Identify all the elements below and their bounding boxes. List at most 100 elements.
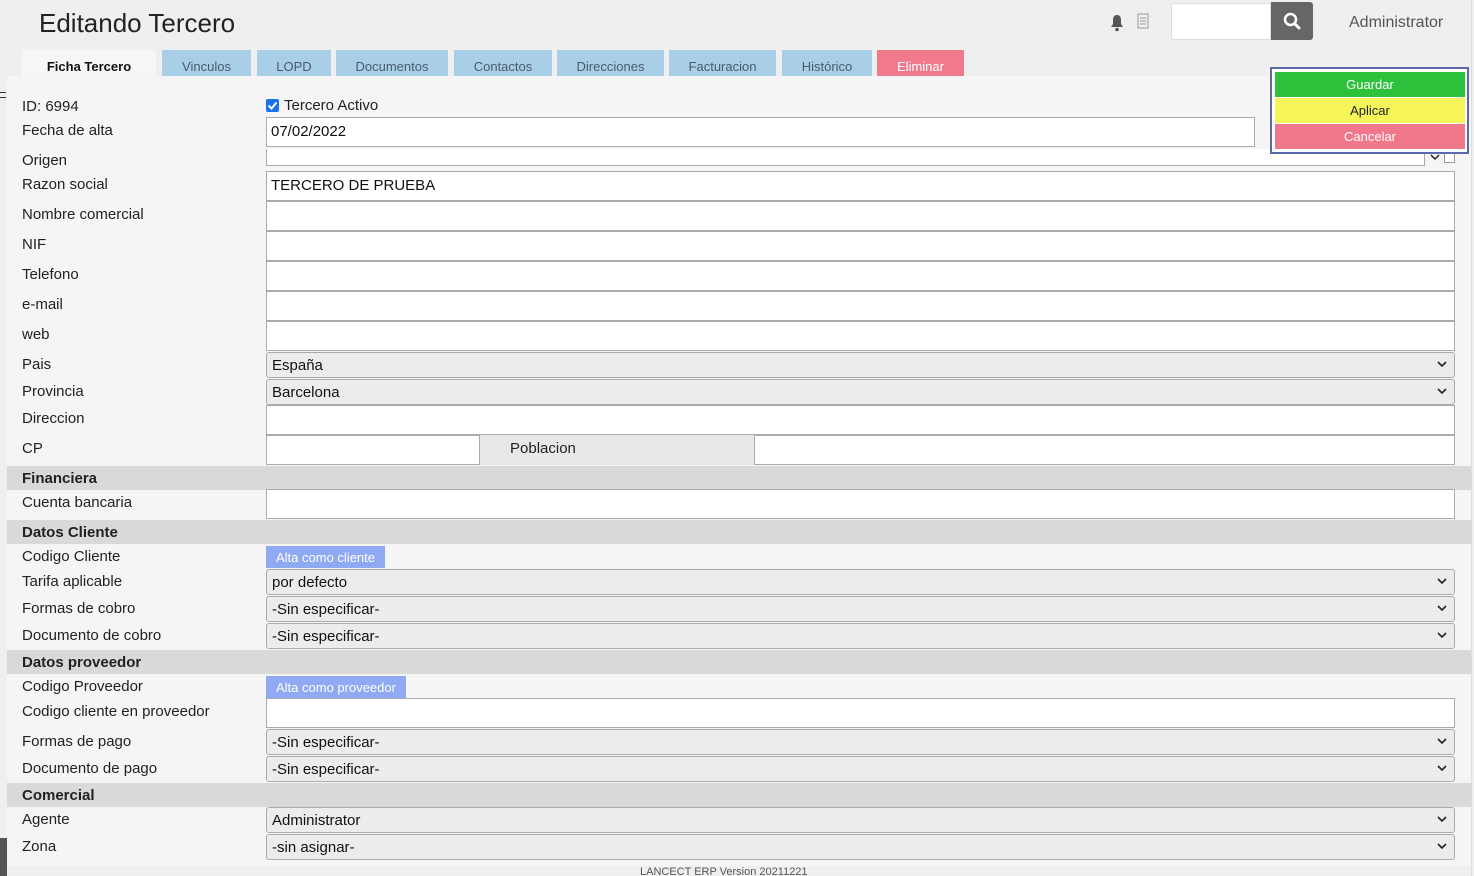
search-input[interactable] <box>1171 3 1271 40</box>
pais-value: España <box>272 357 323 374</box>
fecha-alta-input[interactable]: 07/02/2022 <box>266 117 1255 147</box>
tab-documentos[interactable]: Documentos <box>336 50 448 76</box>
agente-label: Agente <box>22 811 70 828</box>
tercero-form: ID: 6994 Tercero Activo Fecha de alta 07… <box>7 76 1471 866</box>
formas-cobro-value: -Sin especificar- <box>272 601 380 618</box>
action-panel: Guardar Aplicar Cancelar <box>1270 67 1469 154</box>
search-icon <box>1283 12 1301 30</box>
activo-checkbox[interactable] <box>266 99 279 112</box>
tab-lopd[interactable]: LOPD <box>257 50 331 76</box>
cp-label: CP <box>22 440 43 457</box>
activo-label: Tercero Activo <box>284 97 379 114</box>
zona-label: Zona <box>22 838 57 855</box>
agente-value: Administrator <box>272 812 361 829</box>
chevron-down-icon <box>1437 843 1447 850</box>
doc-pago-value: -Sin especificar- <box>272 761 380 778</box>
cuenta-bancaria-label: Cuenta bancaria <box>22 494 133 511</box>
nif-label: NIF <box>22 236 47 253</box>
formas-pago-label: Formas de pago <box>22 733 132 750</box>
chevron-down-icon <box>1437 816 1447 823</box>
doc-pago-label: Documento de pago <box>22 760 158 777</box>
direccion-input[interactable] <box>266 405 1455 435</box>
tarifa-select[interactable]: por defecto <box>266 569 1455 595</box>
doc-cobro-value: -Sin especificar- <box>272 628 380 645</box>
cp-input[interactable] <box>266 435 480 465</box>
provincia-select[interactable]: Barcelona <box>266 379 1455 405</box>
formas-pago-select[interactable]: -Sin especificar- <box>266 729 1455 755</box>
pais-select[interactable]: España <box>266 352 1455 378</box>
aplicar-button[interactable]: Aplicar <box>1275 98 1465 123</box>
cuenta-bancaria-input[interactable] <box>266 489 1455 519</box>
razon-social-label: Razon social <box>22 176 108 193</box>
poblacion-input[interactable] <box>754 435 1455 465</box>
tab-contactos[interactable]: Contactos <box>454 50 552 76</box>
nombre-comercial-label: Nombre comercial <box>22 206 144 223</box>
doc-cobro-select[interactable]: -Sin especificar- <box>266 623 1455 649</box>
tab-direcciones[interactable]: Direcciones <box>557 50 664 76</box>
id-label: ID: 6994 <box>22 98 79 115</box>
telefono-label: Telefono <box>22 266 79 283</box>
zona-value: -sin asignar- <box>272 839 355 856</box>
razon-social-input[interactable]: TERCERO DE PRUEBA <box>266 171 1455 201</box>
version-footer: LANCECT ERP Version 20211221 <box>640 866 808 876</box>
section-datos-proveedor: Datos proveedor <box>7 650 1471 674</box>
fecha-alta-label: Fecha de alta <box>22 122 113 139</box>
scrollbar-thumb[interactable] <box>0 838 7 876</box>
alta-cliente-button[interactable]: Alta como cliente <box>266 546 385 568</box>
direccion-label: Direccion <box>22 410 85 427</box>
formas-pago-value: -Sin especificar- <box>272 734 380 751</box>
bell-icon[interactable] <box>1109 14 1125 32</box>
document-icon[interactable] <box>1137 13 1149 29</box>
email-input[interactable] <box>266 291 1455 321</box>
collapse-handle[interactable] <box>0 92 6 98</box>
search-button[interactable] <box>1271 2 1313 40</box>
tarifa-label: Tarifa aplicable <box>22 573 123 590</box>
formas-cobro-select[interactable]: -Sin especificar- <box>266 596 1455 622</box>
doc-pago-select[interactable]: -Sin especificar- <box>266 756 1455 782</box>
chevron-down-icon <box>1437 578 1447 585</box>
guardar-button[interactable]: Guardar <box>1275 72 1465 97</box>
doc-cobro-label: Documento de cobro <box>22 627 162 644</box>
nombre-comercial-input[interactable] <box>266 201 1455 231</box>
user-name[interactable]: Administrator <box>1349 14 1443 32</box>
zona-select[interactable]: -sin asignar- <box>266 834 1455 860</box>
nif-input[interactable] <box>266 231 1455 261</box>
chevron-down-icon <box>1437 765 1447 772</box>
chevron-down-icon <box>1437 388 1447 395</box>
chevron-down-icon <box>1437 632 1447 639</box>
chevron-down-icon <box>1437 605 1447 612</box>
section-title: Datos proveedor <box>22 654 142 671</box>
codigo-cliente-label: Codigo Cliente <box>22 548 121 565</box>
provincia-value: Barcelona <box>272 384 340 401</box>
poblacion-label: Poblacion <box>480 435 754 465</box>
section-datos-cliente: Datos Cliente <box>7 520 1471 544</box>
codigo-cliente-proveedor-input[interactable] <box>266 698 1455 728</box>
section-comercial: Comercial <box>7 783 1471 807</box>
alta-proveedor-button[interactable]: Alta como proveedor <box>266 676 406 698</box>
web-input[interactable] <box>266 321 1455 351</box>
origen-label: Origen <box>22 152 68 169</box>
tab-facturacion[interactable]: Facturacion <box>669 50 776 76</box>
cancelar-button[interactable]: Cancelar <box>1275 124 1465 149</box>
section-title: Datos Cliente <box>22 524 118 541</box>
tab-ficha-tercero[interactable]: Ficha Tercero <box>22 50 156 76</box>
check-icon <box>267 101 278 110</box>
origen-select[interactable] <box>266 149 1425 166</box>
tab-eliminar[interactable]: Eliminar <box>877 50 964 76</box>
chevron-down-icon <box>1437 361 1447 368</box>
divider <box>1471 0 1472 876</box>
page-title: Editando Tercero <box>39 8 236 38</box>
provincia-label: Provincia <box>22 383 84 400</box>
tab-historico[interactable]: Histórico <box>782 50 872 76</box>
tarifa-value: por defecto <box>272 574 348 591</box>
section-title: Financiera <box>22 470 98 487</box>
web-label: web <box>22 326 50 343</box>
telefono-input[interactable] <box>266 261 1455 291</box>
section-title: Comercial <box>22 787 95 804</box>
codigo-proveedor-label: Codigo Proveedor <box>22 678 143 695</box>
tab-vinculos[interactable]: Vinculos <box>162 50 251 76</box>
codigo-cliente-proveedor-label: Codigo cliente en proveedor <box>22 703 210 720</box>
agente-select[interactable]: Administrator <box>266 807 1455 833</box>
pais-label: Pais <box>22 356 52 373</box>
formas-cobro-label: Formas de cobro <box>22 600 136 617</box>
